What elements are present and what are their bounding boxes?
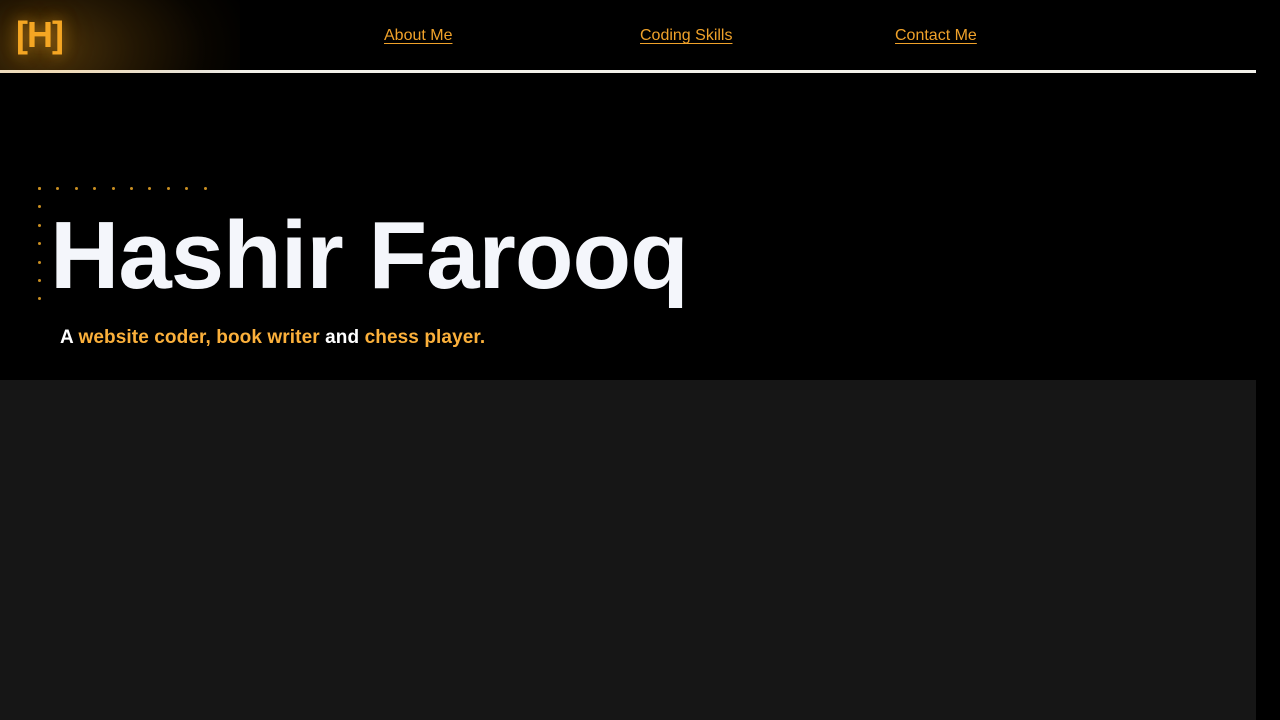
page-title: Hashir Farooq — [50, 202, 689, 309]
tagline-conjunction: and — [319, 327, 365, 348]
decorative-dot — [38, 223, 41, 227]
hero-tagline: A website coder, book writer and chess p… — [60, 327, 485, 349]
decorative-dot — [166, 187, 170, 190]
decorative-dot-column — [38, 187, 41, 301]
tagline-lead: A — [60, 327, 79, 348]
decorative-dot — [93, 187, 97, 190]
nav-link-coding-skills[interactable]: Coding Skills — [640, 28, 732, 44]
tagline-role-book-writer: book writer — [216, 327, 320, 348]
decorative-dot — [148, 187, 152, 190]
tagline-role-website-coder: website coder — [78, 327, 206, 348]
tagline-role-chess-player: chess player. — [364, 327, 486, 348]
decorative-dot — [203, 187, 207, 190]
site-header: [H] About Me Coding Skills Contact Me — [0, 0, 1256, 160]
decorative-dot — [56, 187, 60, 190]
about-section: About Me: Here are some of my skills and… — [0, 380, 1256, 720]
main-nav: About Me Coding Skills Contact Me — [0, 0, 1256, 70]
decorative-dot — [38, 187, 41, 190]
hero-section: Hashir Farooq A website coder, book writ… — [0, 73, 1256, 380]
nav-link-contact-me[interactable]: Contact Me — [895, 28, 977, 44]
decorative-dot-row — [38, 187, 207, 190]
decorative-dot — [38, 260, 41, 264]
nav-link-about-me[interactable]: About Me — [384, 28, 452, 44]
decorative-dot — [129, 187, 133, 190]
decorative-dot — [38, 205, 41, 209]
decorative-dot — [38, 297, 41, 301]
decorative-dot — [185, 187, 189, 190]
decorative-dot — [111, 187, 115, 190]
decorative-dot — [38, 278, 41, 282]
decorative-dot — [38, 242, 41, 246]
page-root: [H] About Me Coding Skills Contact Me Ha… — [0, 0, 1256, 720]
decorative-dot — [74, 187, 78, 190]
tagline-separator: , — [205, 327, 217, 348]
